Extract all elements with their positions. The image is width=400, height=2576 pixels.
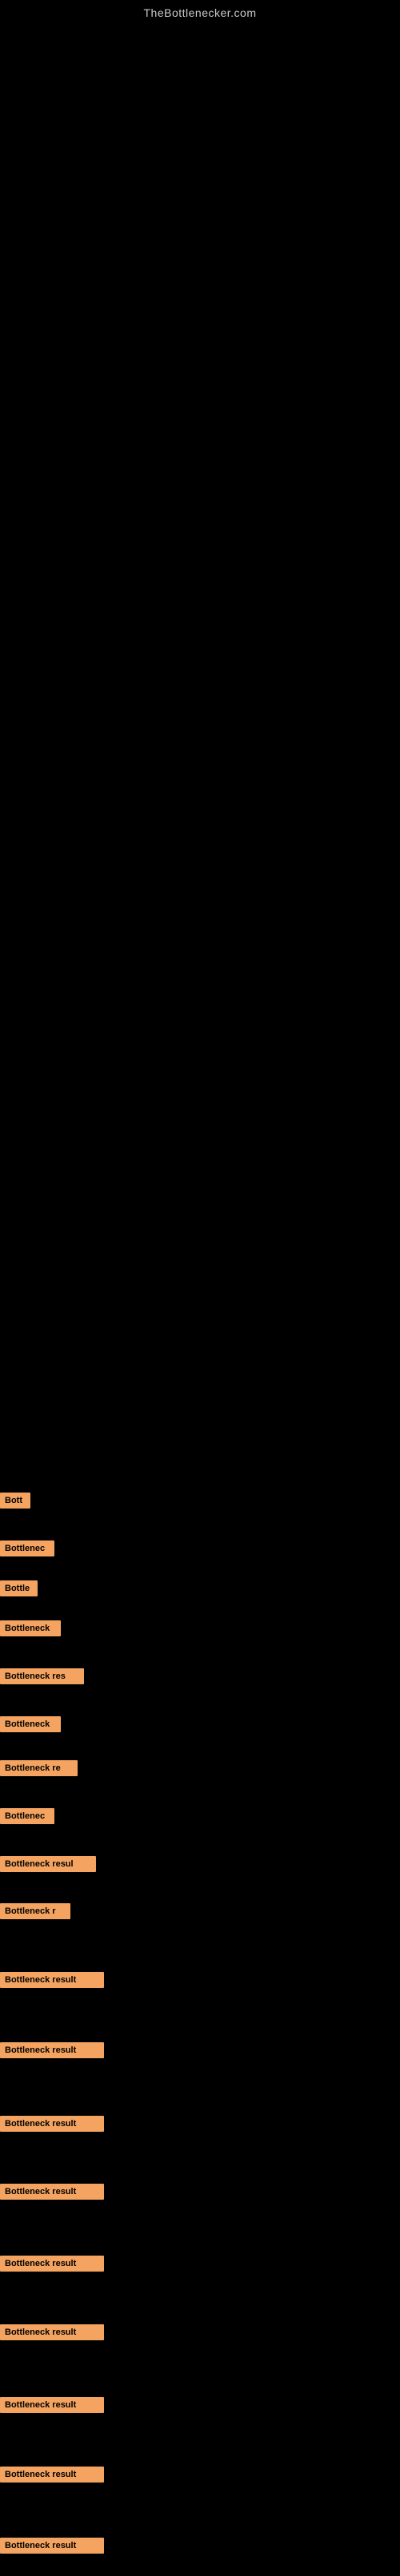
- bottleneck-result-item: Bottleneck result: [0, 2534, 104, 2557]
- bottleneck-label: Bott: [0, 1493, 30, 1509]
- bottleneck-result-item: Bottleneck result: [0, 2180, 104, 2203]
- bottleneck-result-item: Bottleneck re: [0, 1757, 78, 1779]
- bottleneck-result-item: Bottlenec: [0, 1537, 54, 1560]
- bottleneck-label: Bottlenec: [0, 1808, 54, 1824]
- bottleneck-label: Bottleneck result: [0, 2324, 104, 2340]
- bottleneck-result-item: Bottle: [0, 1577, 38, 1600]
- bottleneck-result-item: Bottleneck result: [0, 2252, 104, 2275]
- bottleneck-result-item: Bottleneck result: [0, 1969, 104, 1991]
- bottleneck-label: Bottle: [0, 1580, 38, 1596]
- bottleneck-label: Bottleneck result: [0, 2538, 104, 2554]
- bottleneck-result-item: Bottleneck r: [0, 1900, 70, 1922]
- bottleneck-label: Bottleneck resul: [0, 1856, 96, 1872]
- bottleneck-label: Bottleneck result: [0, 2397, 104, 2413]
- bottleneck-label: Bottleneck result: [0, 2467, 104, 2483]
- bottleneck-label: Bottleneck result: [0, 1972, 104, 1988]
- bottleneck-result-item: Bottlenec: [0, 1805, 54, 1827]
- bottleneck-label: Bottleneck res: [0, 1668, 84, 1684]
- bottleneck-result-item: Bottleneck: [0, 1713, 61, 1735]
- bottleneck-result-item: Bottleneck resul: [0, 1853, 96, 1875]
- bottleneck-label: Bottleneck result: [0, 2042, 104, 2058]
- bottleneck-result-item: Bottleneck result: [0, 2463, 104, 2486]
- bottleneck-result-item: Bottleneck result: [0, 2321, 104, 2343]
- bottleneck-result-item: Bottleneck result: [0, 2039, 104, 2061]
- bottleneck-label: Bottleneck result: [0, 2256, 104, 2272]
- bottleneck-label: Bottleneck: [0, 1716, 61, 1732]
- bottleneck-result-item: Bottleneck result: [0, 2113, 104, 2135]
- bottleneck-label: Bottleneck: [0, 1620, 61, 1636]
- bottleneck-label: Bottleneck result: [0, 2184, 104, 2200]
- bottleneck-result-item: Bottleneck result: [0, 2394, 104, 2416]
- bottleneck-label: Bottleneck re: [0, 1760, 78, 1776]
- bottleneck-result-item: Bott: [0, 1489, 30, 1512]
- site-title: TheBottlenecker.com: [0, 0, 400, 19]
- bottleneck-label: Bottleneck result: [0, 2116, 104, 2132]
- bottleneck-result-item: Bottleneck res: [0, 1665, 84, 1688]
- bottleneck-label: Bottleneck r: [0, 1903, 70, 1919]
- bottleneck-result-item: Bottleneck: [0, 1617, 61, 1640]
- bottleneck-label: Bottlenec: [0, 1540, 54, 1556]
